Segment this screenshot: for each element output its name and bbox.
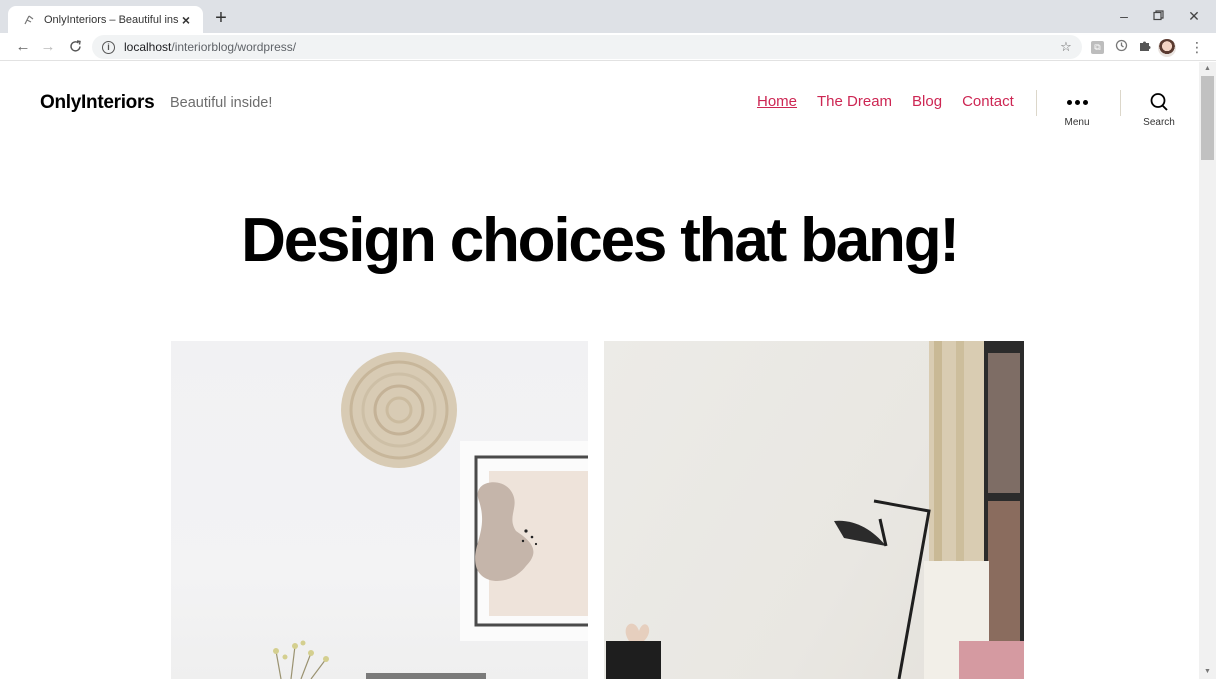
nav-link-contact[interactable]: Contact — [962, 93, 1014, 110]
close-tab-icon[interactable]: × — [179, 13, 193, 27]
back-icon[interactable]: ← — [12, 36, 34, 58]
ellipsis-icon — [1066, 99, 1088, 105]
nav-link-home[interactable]: Home — [757, 93, 797, 110]
bookmark-star-icon[interactable]: ☆ — [1058, 39, 1074, 55]
image-gallery — [171, 341, 1024, 679]
page-title: Design choices that bang! — [241, 206, 960, 275]
scroll-up-arrow-icon[interactable]: ▲ — [1199, 62, 1216, 76]
reload-icon[interactable] — [64, 36, 86, 58]
header-divider — [1036, 90, 1037, 116]
search-label: Search — [1143, 117, 1175, 128]
minimize-button[interactable]: – — [1110, 6, 1138, 26]
page-scrollbar[interactable]: ▲ ▼ — [1199, 62, 1216, 679]
extensions-puzzle-icon[interactable] — [1136, 39, 1152, 55]
browser-tab[interactable]: OnlyInteriors – Beautiful inside! × — [8, 6, 203, 33]
browser-toolbar: ← → i localhost/interiorblog/wordpress/ … — [0, 33, 1216, 61]
forward-icon[interactable]: → — [37, 36, 59, 58]
magnifier-icon — [1150, 93, 1168, 111]
menu-label: Menu — [1064, 117, 1090, 128]
url-text[interactable]: localhost/interiorblog/wordpress/ — [124, 40, 296, 54]
search-toggle-button[interactable]: Search — [1134, 88, 1184, 128]
site-title-link[interactable]: OnlyInteriors — [40, 92, 155, 114]
extension-icon[interactable]: ⧉ — [1091, 41, 1104, 54]
primary-navigation: Home The Dream Blog Contact — [757, 93, 1014, 110]
site-description: Beautiful inside! — [170, 95, 273, 111]
site-info-icon[interactable]: i — [102, 40, 115, 54]
close-window-button[interactable]: ✕ — [1180, 6, 1208, 26]
tab-title: OnlyInteriors – Beautiful inside! — [44, 13, 179, 26]
gallery-image-floor-lamp[interactable] — [604, 341, 1024, 679]
site-header: OnlyInteriors Beautiful inside! Home The… — [0, 62, 1199, 142]
scroll-down-arrow-icon[interactable]: ▼ — [1199, 665, 1216, 679]
browser-menu-icon[interactable]: ⋮ — [1189, 39, 1205, 55]
scrollbar-thumb[interactable] — [1201, 76, 1214, 160]
menu-toggle-button[interactable]: Menu — [1052, 88, 1102, 128]
gallery-image-wall-basket[interactable] — [171, 341, 588, 679]
browser-tabstrip: OnlyInteriors – Beautiful inside! × + – … — [0, 0, 1216, 33]
extension-clock-icon[interactable] — [1113, 39, 1129, 55]
nav-link-the-dream[interactable]: The Dream — [817, 93, 892, 110]
restore-button[interactable] — [1144, 6, 1172, 26]
header-divider — [1120, 90, 1121, 116]
nav-link-blog[interactable]: Blog — [912, 93, 942, 110]
favicon-icon — [22, 13, 36, 27]
address-bar[interactable]: i localhost/interiorblog/wordpress/ ☆ — [92, 35, 1082, 59]
profile-avatar[interactable] — [1158, 39, 1176, 57]
new-tab-button[interactable]: + — [211, 8, 231, 28]
